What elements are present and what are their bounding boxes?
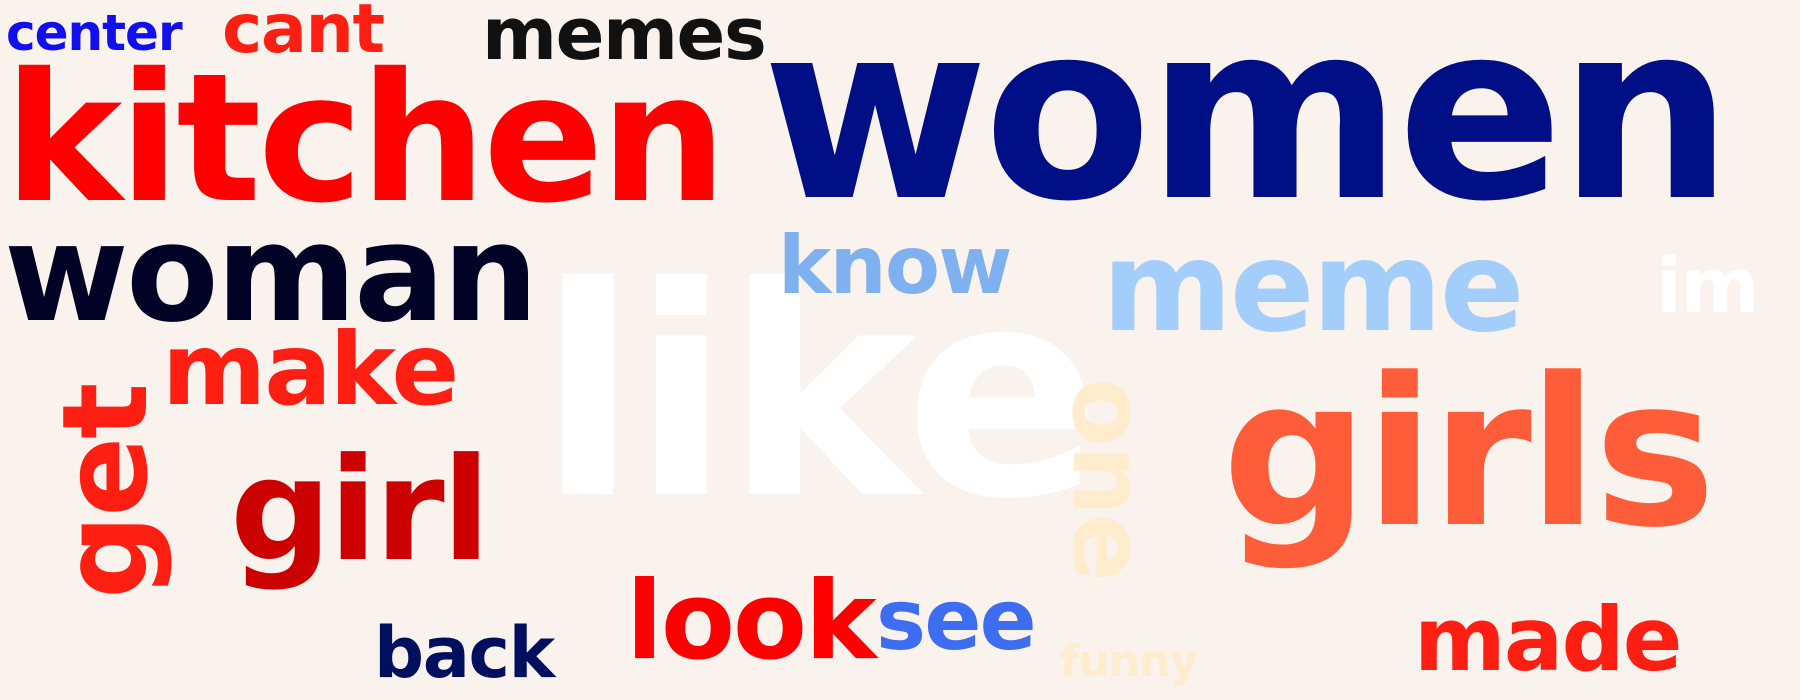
word-see: see (876, 571, 1037, 669)
word-girl: girl (230, 428, 491, 593)
word-cant: cant (222, 0, 385, 69)
word-memes: memes (482, 0, 767, 76)
word-know: know (778, 219, 1012, 312)
word-back: back (374, 612, 555, 694)
word-make: make (162, 311, 459, 428)
word-cloud: women like kitchen girls woman meme get … (0, 0, 1800, 700)
word-get: get (36, 385, 174, 599)
word-look: look (626, 559, 877, 684)
word-women: women (762, 0, 1733, 255)
word-funny: funny (1060, 636, 1198, 687)
word-girls: girls (1222, 335, 1716, 573)
word-center: center (6, 4, 183, 62)
word-one: one (1050, 378, 1167, 580)
word-im: im (1656, 241, 1760, 330)
word-meme: meme (1102, 215, 1525, 360)
word-made: made (1414, 588, 1682, 691)
